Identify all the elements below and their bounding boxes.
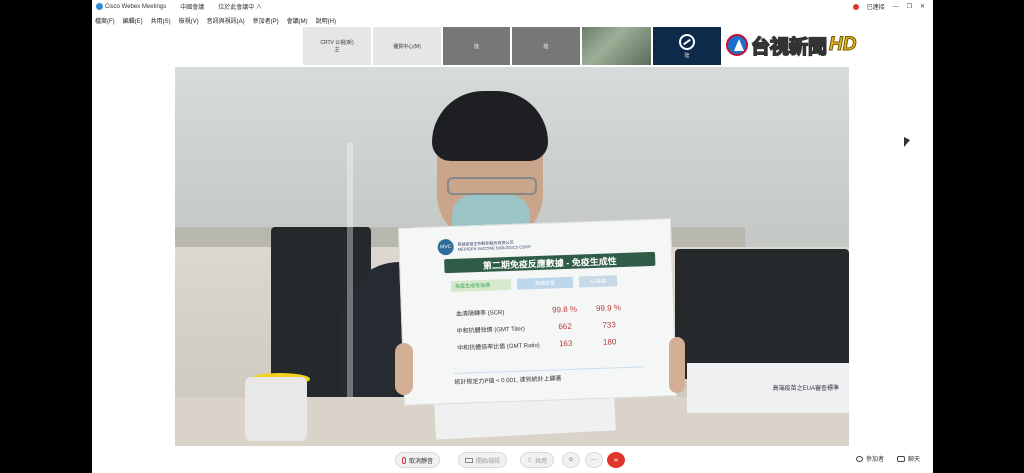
participants-panel-button[interactable]: 參加者 (856, 454, 884, 463)
close-icon: ✕ (613, 457, 619, 464)
participant-name: 陸 (473, 43, 479, 50)
start-video-button[interactable]: 開始視訊 (458, 452, 508, 468)
mvc-logo: MVC (437, 238, 454, 256)
more-options-button[interactable]: ··· (585, 452, 603, 468)
webex-logo-icon (96, 3, 103, 10)
mouse-cursor-icon (904, 137, 910, 147)
menu-bar: 檔案(F) 編輯(E) 共用(S) 檢視(V) 音訊與視訊(A) 參加者(P) … (92, 14, 933, 26)
board-footer: 統計檢定力P值 < 0.001, 達到統計上顯著 (454, 366, 645, 386)
participant-name: 優質中心(M) (393, 43, 421, 50)
nameplate: 高端疫苗之EUA審查標準 (687, 363, 849, 413)
column-header-1: 高端疫苗 (516, 276, 574, 290)
participant-role: 主 (334, 47, 340, 53)
nameplate-text: 高端疫苗之EUA審查標準 (772, 386, 839, 392)
participant-tile[interactable] (582, 27, 651, 65)
screen: Cisco Webex Meetings 中國會議 位於此會議中 ∧ 已連接 —… (0, 0, 1024, 473)
participant-name: 陸 (543, 43, 549, 50)
camera-icon (465, 457, 473, 463)
participant-tile[interactable]: 陸 (653, 27, 721, 65)
start-video-label: 開始視訊 (476, 458, 501, 465)
broadcaster-name: 台視新聞 (750, 35, 828, 59)
close-button[interactable]: ✕ (920, 3, 925, 10)
column-header-2: AZ疫苗 (578, 275, 618, 288)
unmute-label: 取消靜音 (409, 458, 434, 465)
more-icon: ··· (591, 457, 597, 463)
participant-name: 陸 (684, 52, 690, 59)
people-icon (856, 455, 863, 462)
end-meeting-button[interactable]: ✕ (607, 452, 625, 468)
board-title: 第二期免疫反應數據 - 免疫生成性 (444, 251, 656, 274)
meeting-title[interactable]: 中國會議 (180, 2, 204, 11)
row-value-1: 99.8 % (551, 304, 578, 315)
main-video[interactable]: 高端疫苗之EUA審查標準 MVC 高端疫苗生物製劑股份有限公司 MEDIGEN … (175, 67, 849, 446)
menu-meeting[interactable]: 會議(M) (287, 16, 308, 25)
left-hand (395, 343, 413, 395)
menu-help[interactable]: 說明(H) (316, 16, 336, 25)
mug (245, 377, 307, 441)
meeting-info-menu[interactable]: 位於此會議中 ∧ (218, 2, 262, 11)
unmute-button[interactable]: 取消靜音 (395, 452, 441, 468)
reactions-button[interactable]: ☺ (562, 452, 580, 468)
meeting-controls: 取消靜音 開始視訊 ⇪ 共用 ☺ ··· ✕ 參加者 聊天 (92, 449, 933, 471)
broadcaster-hd: HD (829, 34, 857, 56)
menu-view[interactable]: 檢視(V) (179, 16, 199, 25)
row-value-1: 163 (558, 338, 573, 349)
share-label: 共用 (535, 458, 548, 465)
speaker-glasses (447, 177, 537, 195)
broadcaster-logo: 台視新聞 HD (726, 27, 857, 63)
participant-tile[interactable]: 陸 (443, 27, 510, 65)
webex-window: Cisco Webex Meetings 中國會議 位於此會議中 ∧ 已連接 —… (92, 0, 933, 473)
chat-icon (897, 455, 905, 462)
participant-tile[interactable]: CRTV 公視(新) 主 (303, 27, 371, 65)
camera-off-icon (679, 33, 695, 50)
row-label: 中和抗體倍率比值 (GMT Ratio) (457, 342, 540, 352)
row-value-2: 733 (602, 320, 616, 330)
menu-file[interactable]: 檔案(F) (95, 16, 115, 25)
chair-right (675, 249, 849, 379)
mic-muted-icon (402, 456, 406, 464)
menu-edit[interactable]: 編輯(E) (123, 16, 143, 25)
kpi-label: 免疫生成性指標 (450, 278, 512, 292)
maximize-button[interactable]: ❐ (907, 3, 912, 10)
menu-participants[interactable]: 參加者(P) (253, 16, 279, 25)
chat-panel-button[interactable]: 聊天 (897, 454, 920, 463)
title-bar: Cisco Webex Meetings 中國會議 位於此會議中 ∧ 已連接 —… (92, 0, 933, 13)
menu-audio-video[interactable]: 音訊與視訊(A) (207, 16, 245, 25)
smiley-icon: ☺ (567, 457, 575, 463)
row-value-2: 180 (602, 337, 617, 347)
recording-indicator-icon (852, 3, 859, 10)
chat-label: 聊天 (908, 457, 921, 463)
speaker-hair (432, 91, 548, 161)
share-icon: ⇪ (527, 457, 533, 464)
row-value-1: 662 (558, 321, 572, 332)
share-button[interactable]: ⇪ 共用 (520, 452, 555, 468)
participant-tile[interactable]: 陸 (512, 27, 580, 65)
participant-tile[interactable]: 優質中心(M) (373, 27, 441, 65)
connection-status[interactable]: 已連接 (867, 2, 885, 11)
menu-share[interactable]: 共用(S) (151, 16, 171, 25)
app-title: Cisco Webex Meetings (105, 3, 167, 10)
right-hand (669, 337, 685, 393)
participants-label: 參加者 (866, 457, 885, 463)
participant-name: CRTV 公視(新) (320, 40, 354, 46)
minimize-button[interactable]: — (893, 4, 899, 10)
row-value-2: 99.9 % (595, 303, 622, 313)
ttv-emblem-icon (726, 34, 748, 56)
data-table: 血清陽轉率 (SCR) 99.8 % 99.9 % 中和抗體效價 (GMT Ti… (452, 299, 632, 356)
data-board: MVC 高端疫苗生物製劑股份有限公司 MEDIGEN VACCINE BIOLO… (397, 218, 678, 406)
